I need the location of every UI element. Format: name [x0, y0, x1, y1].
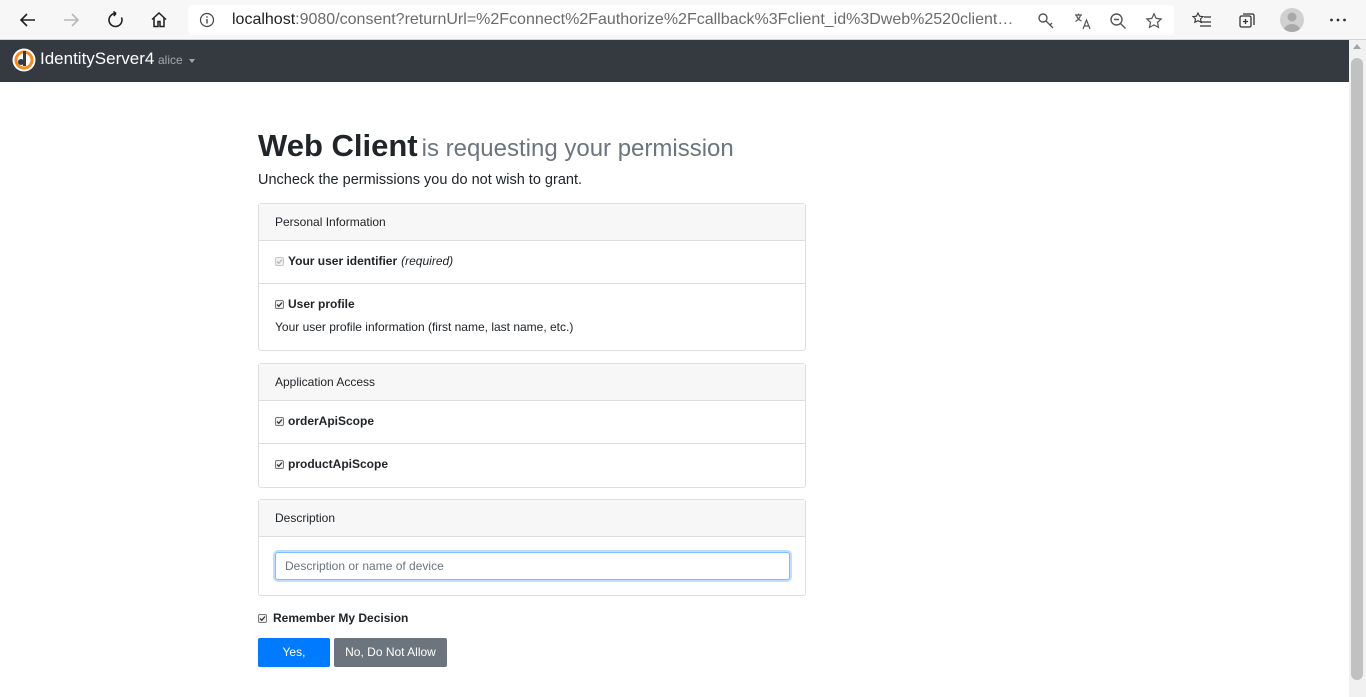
home-button[interactable] — [143, 4, 175, 36]
page-hint: Uncheck the permissions you do not wish … — [258, 172, 582, 188]
user-avatar-icon — [1283, 12, 1301, 32]
description-input[interactable] — [275, 552, 790, 580]
card-header: Description — [259, 500, 805, 537]
scope-label: orderApiScope — [288, 414, 375, 428]
home-icon — [151, 11, 167, 28]
check-icon — [276, 258, 283, 264]
scope-description: Your user profile information (first nam… — [275, 320, 574, 334]
identityserver-logo-icon[interactable] — [12, 48, 36, 72]
forward-button[interactable] — [55, 4, 87, 36]
collections-icon — [1239, 13, 1255, 28]
key-icon[interactable] — [1035, 10, 1057, 32]
personal-information-card: Personal Information Your user identifie… — [258, 203, 806, 351]
site-info-icon[interactable] — [198, 11, 216, 29]
scope-label: productApiScope — [288, 457, 389, 471]
address-url[interactable]: localhost:9080/consent?returnUrl=%2Fconn… — [232, 5, 1022, 35]
page-subtitle: is requesting your permission — [421, 135, 734, 162]
scope-label: Your user identifier — [288, 254, 398, 268]
refresh-button[interactable] — [100, 4, 132, 36]
remember-label: Remember My Decision — [273, 611, 409, 625]
description-body — [259, 537, 805, 595]
favorites-button[interactable] — [1186, 4, 1218, 36]
favorite-star-icon[interactable] — [1143, 10, 1165, 32]
scope-item-user-identifier: Your user identifier (required) — [259, 241, 805, 284]
browser-toolbar: localhost:9080/consent?returnUrl=%2Fconn… — [0, 0, 1366, 40]
arrow-left-icon — [19, 13, 35, 27]
deny-button[interactable]: No, Do Not Allow — [334, 638, 447, 667]
remember-checkbox[interactable] — [258, 613, 267, 623]
back-button[interactable] — [12, 4, 44, 36]
description-card: Description — [258, 499, 806, 596]
page-title: Web Client is requesting your permission — [258, 128, 734, 167]
collections-button[interactable] — [1231, 4, 1263, 36]
user-profile-checkbox[interactable] — [275, 299, 284, 309]
allow-button[interactable]: Yes, Allow — [258, 638, 330, 688]
required-badge: (required) — [401, 254, 454, 268]
user-dropdown[interactable]: alice — [158, 40, 195, 80]
scope-item-user-profile: User profile Your user profile informati… — [259, 284, 805, 350]
remember-decision[interactable]: Remember My Decision — [258, 611, 408, 625]
site-navbar: IdentityServer4 alice — [0, 40, 1349, 82]
refresh-icon — [108, 11, 123, 28]
check-icon — [259, 615, 266, 621]
address-path: :9080/consent?returnUrl=%2Fconnect%2Faut… — [295, 11, 1022, 28]
arrow-right-icon — [64, 13, 80, 27]
product-api-checkbox[interactable] — [275, 459, 284, 469]
favorites-list-icon — [1192, 11, 1211, 27]
profile-avatar[interactable] — [1280, 8, 1304, 32]
more-menu-button[interactable] — [1322, 4, 1354, 36]
caret-down-icon — [188, 58, 195, 63]
address-bar[interactable]: localhost:9080/consent?returnUrl=%2Fconn… — [188, 5, 1174, 35]
translate-icon[interactable] — [1071, 10, 1093, 32]
scope-item-order-api: orderApiScope — [259, 401, 805, 444]
check-icon — [276, 461, 283, 467]
check-icon — [276, 301, 283, 307]
user-name: alice — [158, 53, 183, 67]
card-header: Personal Information — [259, 204, 805, 241]
page-scrollbar[interactable] — [1349, 40, 1366, 697]
zoom-icon[interactable] — [1107, 10, 1129, 32]
order-api-checkbox[interactable] — [275, 416, 284, 426]
check-icon — [276, 418, 283, 424]
more-dots-icon — [1330, 18, 1346, 22]
address-host: localhost — [232, 11, 296, 28]
brand-name[interactable]: IdentityServer4 — [40, 40, 154, 80]
scope-label: User profile — [288, 297, 355, 311]
scroll-thumb[interactable] — [1351, 58, 1363, 680]
scope-item-product-api: productApiScope — [259, 444, 805, 487]
client-name: Web Client — [258, 128, 418, 163]
user-identifier-checkbox[interactable] — [275, 256, 284, 266]
application-access-card: Application Access orderApiScope product… — [258, 363, 806, 488]
card-header: Application Access — [259, 364, 805, 401]
scroll-up-arrow-icon[interactable] — [1353, 44, 1361, 49]
